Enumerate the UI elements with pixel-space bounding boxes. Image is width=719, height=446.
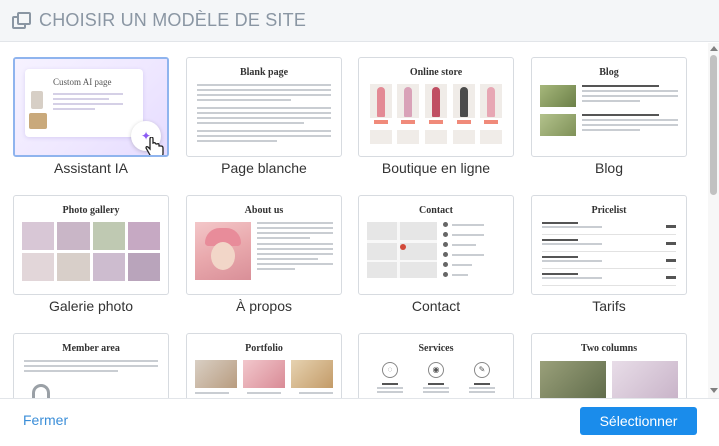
preview-title: Pricelist <box>591 205 627 216</box>
template-card-blank-page[interactable]: Blank page Page blanche <box>186 57 342 178</box>
template-card-photo-gallery[interactable]: Photo gallery Galerie photo <box>13 195 169 316</box>
select-button[interactable]: Sélectionner <box>580 407 697 435</box>
template-thumbnail[interactable]: Member area <box>13 333 169 398</box>
template-thumbnail[interactable]: Two columns <box>531 333 687 398</box>
template-thumbnail[interactable]: Portfolio <box>186 333 342 398</box>
template-thumbnail[interactable]: Blank page <box>186 57 342 157</box>
template-caption: Galerie photo <box>48 298 134 314</box>
template-card-services[interactable]: Services ◌ ◉ ✎ <box>358 333 514 398</box>
scrollbar-thumb[interactable] <box>710 55 717 195</box>
preview-title: Blog <box>599 67 619 78</box>
copy-pages-icon <box>12 11 32 30</box>
dialog-title: CHOISIR UN MODÈLE DE SITE <box>39 10 307 30</box>
template-card-pricelist[interactable]: Pricelist Tarifs <box>531 195 687 316</box>
template-caption: Contact <box>411 298 461 314</box>
preview-title: Services <box>418 343 454 354</box>
template-caption: À propos <box>235 298 293 314</box>
service-icon: ◌ <box>382 362 398 378</box>
hand-cursor-icon <box>145 137 164 155</box>
preview-title: Contact <box>419 205 453 216</box>
template-thumbnail[interactable]: Online store <box>358 57 514 157</box>
template-thumbnail[interactable]: About us <box>186 195 342 295</box>
template-card-portfolio[interactable]: Portfolio <box>186 333 342 398</box>
template-caption: Tarifs <box>592 298 626 314</box>
template-caption: Page blanche <box>221 160 307 176</box>
template-thumbnail[interactable]: Services ◌ ◉ ✎ <box>358 333 514 398</box>
template-card-online-store[interactable]: Online store Boutique en ligne <box>358 57 514 178</box>
template-card-member-area[interactable]: Member area <box>13 333 169 398</box>
service-icon: ✎ <box>474 362 490 378</box>
template-card-about-us[interactable]: About us À propos <box>186 195 342 316</box>
map-preview <box>367 222 437 278</box>
template-thumbnail[interactable]: Custom AI page ✦ <box>13 57 169 157</box>
template-caption: Assistant IA <box>54 160 128 176</box>
template-thumbnail[interactable]: Blog <box>531 57 687 157</box>
dialog-footer: Fermer Sélectionner <box>0 398 719 446</box>
template-caption: Blog <box>594 160 624 176</box>
template-grid: Custom AI page ✦ Assistant IA Blank page… <box>0 43 708 398</box>
template-thumbnail[interactable]: Pricelist <box>531 195 687 295</box>
scroll-down-arrow-icon[interactable] <box>710 388 718 393</box>
preview-title: Portfolio <box>245 343 283 354</box>
preview-title: Two columns <box>580 343 638 354</box>
preview-title: About us <box>244 205 284 216</box>
template-card-contact[interactable]: Contact Contact <box>358 195 514 316</box>
preview-title: Custom AI page <box>53 77 112 87</box>
preview-title: Member area <box>62 343 120 354</box>
service-icon: ◉ <box>428 362 444 378</box>
template-thumbnail[interactable]: Photo gallery <box>13 195 169 295</box>
template-caption: Boutique en ligne <box>381 160 491 176</box>
scroll-up-arrow-icon[interactable] <box>710 46 718 51</box>
template-thumbnail[interactable]: Contact <box>358 195 514 295</box>
preview-title: Photo gallery <box>62 205 120 216</box>
lock-icon <box>28 384 54 398</box>
template-card-two-columns[interactable]: Two columns <box>531 333 687 398</box>
dialog-header: CHOISIR UN MODÈLE DE SITE <box>0 0 719 42</box>
vertical-scrollbar[interactable] <box>708 43 719 398</box>
close-link[interactable]: Fermer <box>23 412 68 428</box>
preview-title: Online store <box>409 67 463 78</box>
template-card-blog[interactable]: Blog Blog <box>531 57 687 178</box>
preview-title: Blank page <box>239 67 289 78</box>
template-card-ai-assistant[interactable]: Custom AI page ✦ Assistant IA <box>13 57 169 178</box>
